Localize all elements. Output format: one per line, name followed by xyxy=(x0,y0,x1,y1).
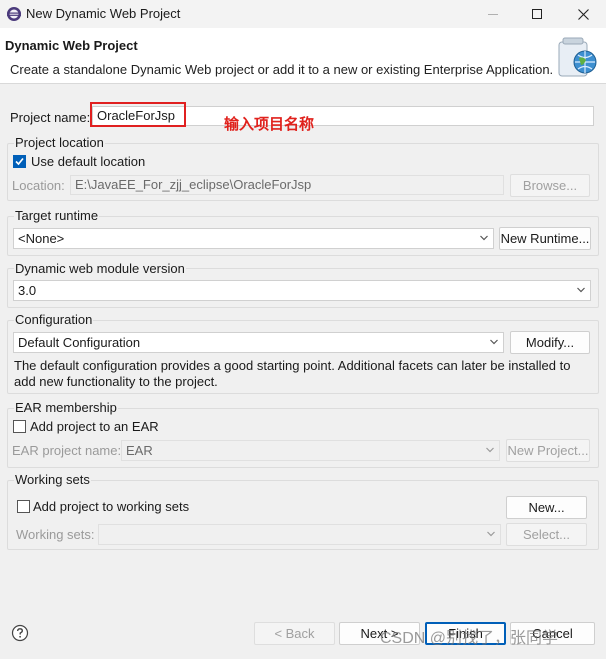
wizard-title: Dynamic Web Project xyxy=(5,38,138,53)
target-runtime-group-label: Target runtime xyxy=(14,208,100,223)
configuration-group-label: Configuration xyxy=(14,312,94,327)
ear-project-name-select[interactable]: EAR xyxy=(121,440,500,461)
wizard-description: Create a standalone Dynamic Web project … xyxy=(10,62,554,77)
location-input[interactable]: E:\JavaEE_For_zjj_eclipse\OracleForJsp xyxy=(70,175,504,195)
minimize-icon xyxy=(488,14,498,15)
new-working-set-button[interactable]: New... xyxy=(506,496,587,519)
chevron-down-icon xyxy=(490,339,498,345)
module-version-group-label: Dynamic web module version xyxy=(14,261,186,276)
working-sets-group-label: Working sets xyxy=(14,472,91,487)
target-runtime-select[interactable]: <None> xyxy=(13,228,494,249)
add-to-ear-checkbox[interactable] xyxy=(13,420,26,433)
modify-button[interactable]: Modify... xyxy=(510,331,590,354)
use-default-location-checkbox[interactable] xyxy=(13,155,26,168)
maximize-icon xyxy=(532,9,542,19)
close-icon xyxy=(577,8,589,20)
location-label: Location: xyxy=(12,178,65,193)
project-name-label: Project name: xyxy=(10,110,91,125)
module-version-select[interactable]: 3.0 xyxy=(13,280,591,301)
select-working-sets-button[interactable]: Select... xyxy=(506,523,587,546)
chevron-down-icon xyxy=(486,447,494,453)
target-runtime-value: <None> xyxy=(18,231,65,246)
configuration-value: Default Configuration xyxy=(18,335,141,350)
configuration-select[interactable]: Default Configuration xyxy=(13,332,504,353)
watermark-text: CSDN @别找了，张同学 xyxy=(380,630,559,647)
add-to-ear-label: Add project to an EAR xyxy=(30,419,159,434)
annotation-highlight-box xyxy=(90,102,186,127)
new-ear-project-button[interactable]: New Project... xyxy=(506,439,590,462)
configuration-description-line1: The default configuration provides a goo… xyxy=(14,358,571,373)
minimize-button[interactable] xyxy=(470,0,516,28)
ear-project-name-label: EAR project name: xyxy=(12,443,122,458)
ear-membership-group-label: EAR membership xyxy=(14,400,118,415)
help-icon[interactable] xyxy=(11,624,29,642)
checkmark-icon xyxy=(15,157,24,166)
web-project-banner-icon xyxy=(558,37,597,77)
close-button[interactable] xyxy=(560,0,606,28)
chevron-down-icon xyxy=(480,235,488,241)
new-runtime-button[interactable]: New Runtime... xyxy=(499,227,591,250)
working-sets-select[interactable] xyxy=(98,524,501,545)
window-title: New Dynamic Web Project xyxy=(26,6,181,21)
add-to-working-sets-label: Add project to working sets xyxy=(33,499,190,514)
annotation-text: 输入项目名称 xyxy=(224,116,315,133)
eclipse-app-icon xyxy=(7,7,21,21)
use-default-location-label: Use default location xyxy=(31,154,146,169)
ear-project-name-value: EAR xyxy=(126,443,153,458)
project-location-group-label: Project location xyxy=(14,135,105,150)
chevron-down-icon xyxy=(577,287,585,293)
add-to-working-sets-checkbox[interactable] xyxy=(17,500,30,513)
working-sets-label: Working sets: xyxy=(16,527,95,542)
title-bar: New Dynamic Web Project xyxy=(0,0,606,28)
maximize-button[interactable] xyxy=(514,0,560,28)
configuration-description-line2: add new functionality to the project. xyxy=(14,374,218,389)
chevron-down-icon xyxy=(487,531,495,537)
module-version-value: 3.0 xyxy=(18,283,37,298)
browse-button[interactable]: Browse... xyxy=(510,174,590,197)
wizard-header: Dynamic Web Project Create a standalone … xyxy=(0,28,606,84)
back-button[interactable]: < Back xyxy=(254,622,335,645)
